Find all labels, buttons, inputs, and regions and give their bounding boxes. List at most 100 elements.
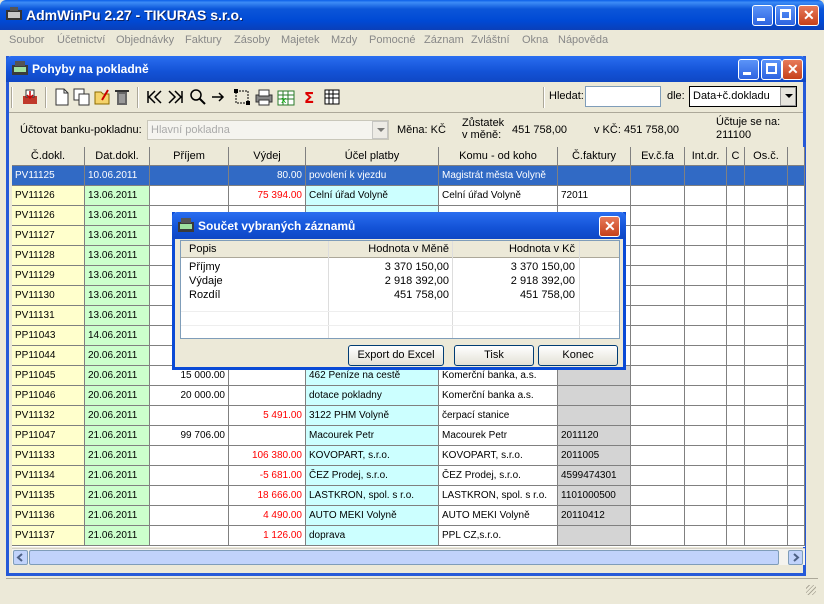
menu-pomocne[interactable]: Pomocné [369, 34, 415, 46]
table-cell[interactable] [745, 486, 788, 506]
table-cell[interactable] [685, 506, 727, 526]
table-cell[interactable]: 21.06.2011 [85, 446, 150, 466]
table-cell[interactable] [727, 186, 745, 206]
table-cell[interactable] [745, 526, 788, 546]
first-record-icon[interactable] [145, 88, 163, 106]
excel-export-icon[interactable]: x [277, 88, 295, 106]
table-cell[interactable]: Macourek Petr [439, 426, 558, 446]
scroll-right-button[interactable] [788, 550, 803, 565]
table-cell[interactable] [745, 326, 788, 346]
table-cell[interactable]: PPL CZ,s.r.o. [439, 526, 558, 546]
table-cell[interactable] [558, 166, 631, 186]
find-icon[interactable] [189, 88, 207, 106]
table-cell[interactable]: ČEZ Prodej, s.r.o. [306, 466, 439, 486]
table-cell[interactable] [685, 346, 727, 366]
table-cell[interactable] [727, 326, 745, 346]
table-cell[interactable] [150, 186, 229, 206]
table-cell[interactable]: dotace pokladny [306, 386, 439, 406]
table-cell[interactable] [150, 166, 229, 186]
sum-icon[interactable]: Σ [301, 88, 319, 106]
table-cell[interactable] [745, 366, 788, 386]
table-cell[interactable]: 80.00 [229, 166, 306, 186]
table-cell[interactable] [745, 186, 788, 206]
table-cell[interactable]: 10.06.2011 [85, 166, 150, 186]
table-cell[interactable] [727, 366, 745, 386]
table-cell[interactable]: 20.06.2011 [85, 346, 150, 366]
table-cell[interactable]: PV11130 [12, 286, 85, 306]
child-minimize-button[interactable] [738, 59, 759, 80]
table-cell[interactable] [745, 506, 788, 526]
table-cell[interactable]: 4 490.00 [229, 506, 306, 526]
table-cell[interactable]: LASTKRON, spol. s r.o. [439, 486, 558, 506]
table-cell[interactable] [631, 406, 685, 426]
table-cell[interactable] [685, 306, 727, 326]
table-cell[interactable] [229, 426, 306, 446]
table-cell[interactable] [631, 366, 685, 386]
last-record-icon[interactable] [167, 88, 185, 106]
table-cell[interactable] [727, 386, 745, 406]
table-cell[interactable]: 21.06.2011 [85, 506, 150, 526]
table-cell[interactable] [631, 186, 685, 206]
column-header[interactable]: Příjem [150, 147, 229, 166]
table-cell[interactable]: 20.06.2011 [85, 366, 150, 386]
horizontal-scrollbar[interactable] [12, 548, 805, 565]
table-cell[interactable] [685, 466, 727, 486]
table-cell[interactable]: LASTKRON, spol. s r.o. [306, 486, 439, 506]
table-cell[interactable] [558, 526, 631, 546]
table-cell[interactable] [745, 346, 788, 366]
account-select[interactable]: Hlavní pokladna [147, 120, 389, 140]
table-cell[interactable]: 21.06.2011 [85, 466, 150, 486]
menu-ucetnictvi[interactable]: Účetnictví [57, 34, 105, 46]
menu-objednavky[interactable]: Objednávky [116, 34, 174, 46]
table-cell[interactable]: 72011 [558, 186, 631, 206]
menu-faktury[interactable]: Faktury [185, 34, 222, 46]
table-cell[interactable] [727, 246, 745, 266]
table-cell[interactable] [685, 406, 727, 426]
table-cell[interactable]: Celní úřad Volyně [439, 186, 558, 206]
table-cell[interactable] [727, 466, 745, 486]
table-cell[interactable] [685, 526, 727, 546]
table-cell[interactable]: 1 126.00 [229, 526, 306, 546]
table-cell[interactable] [631, 306, 685, 326]
table-cell[interactable] [631, 246, 685, 266]
column-header[interactable]: Ev.č.fa [631, 147, 685, 166]
table-cell[interactable]: 20.06.2011 [85, 406, 150, 426]
table-cell[interactable] [685, 266, 727, 286]
table-cell[interactable] [745, 166, 788, 186]
table-cell[interactable] [685, 446, 727, 466]
table-cell[interactable] [727, 446, 745, 466]
table-cell[interactable] [745, 206, 788, 226]
column-header[interactable]: Komu - od koho [439, 147, 558, 166]
table-cell[interactable]: KOVOPART, s.r.o. [439, 446, 558, 466]
table-cell[interactable] [745, 406, 788, 426]
table-cell[interactable] [631, 266, 685, 286]
column-header[interactable]: Dat.dokl. [85, 147, 150, 166]
table-cell[interactable] [631, 326, 685, 346]
table-cell[interactable] [745, 386, 788, 406]
table-cell[interactable]: čerpací stanice [439, 406, 558, 426]
column-header[interactable]: Os.č. [745, 147, 788, 166]
table-cell[interactable] [745, 286, 788, 306]
column-header[interactable]: Č.faktury [558, 147, 631, 166]
table-cell[interactable] [631, 206, 685, 226]
table-cell[interactable]: 13.06.2011 [85, 226, 150, 246]
table-cell[interactable]: PV11126 [12, 206, 85, 226]
search-input[interactable] [585, 86, 661, 107]
table-cell[interactable]: PV11133 [12, 446, 85, 466]
table-cell[interactable]: 75 394.00 [229, 186, 306, 206]
table-cell[interactable]: PV11129 [12, 266, 85, 286]
export-excel-button[interactable]: Export do Excel [348, 345, 444, 366]
table-cell[interactable]: 5 491.00 [229, 406, 306, 426]
table-cell[interactable] [745, 266, 788, 286]
search-by-dropdown-button[interactable] [780, 87, 796, 106]
table-cell[interactable] [631, 166, 685, 186]
select-icon[interactable] [233, 88, 251, 106]
table-cell[interactable] [727, 166, 745, 186]
table-cell[interactable] [745, 466, 788, 486]
table-cell[interactable]: KOVOPART, s.r.o. [306, 446, 439, 466]
table-cell[interactable] [150, 486, 229, 506]
menu-majetek[interactable]: Majetek [281, 34, 320, 46]
table-cell[interactable]: 13.06.2011 [85, 286, 150, 306]
table-cell[interactable] [685, 226, 727, 246]
table-cell[interactable]: PV11134 [12, 466, 85, 486]
